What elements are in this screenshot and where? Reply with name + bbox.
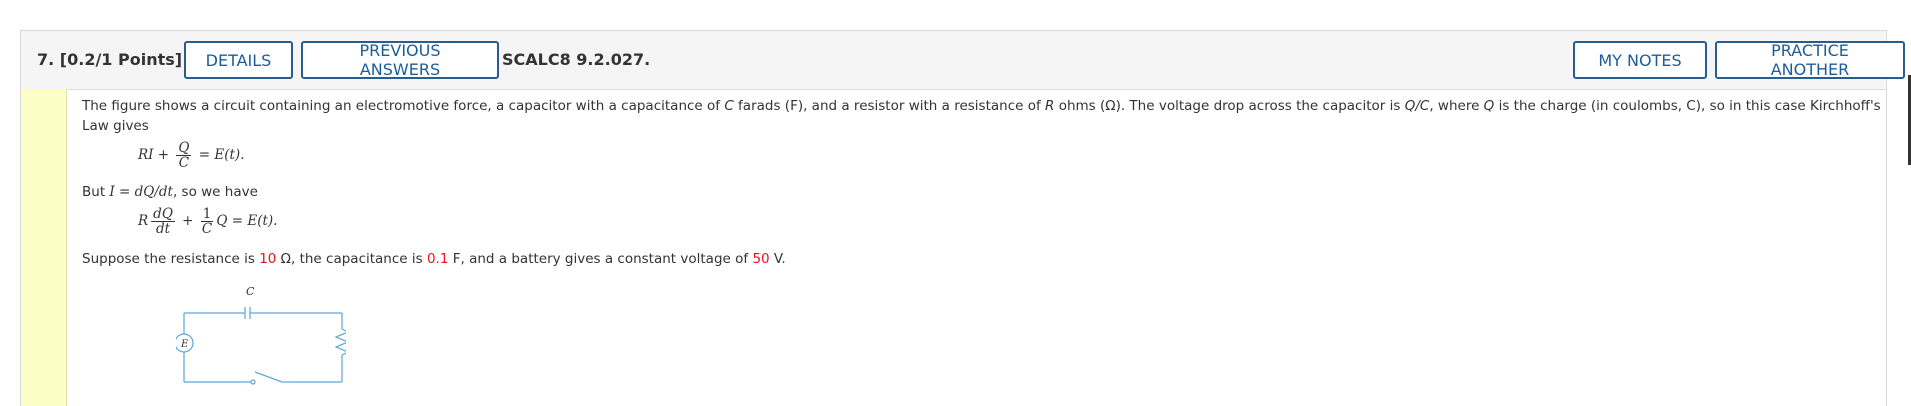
equation-kirchhoff: RI + QC = E(t). (138, 141, 244, 170)
problem-but: But I = dQ/dt, so we have (82, 182, 258, 202)
equation-differential: RdQ dt + 1CQ = E(t). (138, 207, 277, 236)
question-header: 7. [0.2/1 Points] DETAILS PREVIOUS ANSWE… (21, 31, 1905, 90)
eq2-numerator-1: dQ (151, 206, 175, 222)
problem-suppose: Suppose the resistance is 10 Ω, the capa… (82, 249, 786, 269)
suppose-text-d: V. (769, 251, 786, 267)
question-body: The figure shows a circuit containing an… (21, 89, 1886, 406)
eq1-fraction: QC (176, 140, 192, 171)
suppose-text-b: Ω, the capacitance is (276, 251, 427, 267)
eq1-right: = E(t). (194, 147, 245, 163)
voltage-value: 50 (752, 251, 770, 267)
eq2-denominator-2: C (201, 221, 213, 237)
eq2-denominator-1: dt (155, 221, 171, 237)
question-code: SCALC8 9.2.027. (502, 50, 651, 69)
eq1-left: RI + (138, 147, 174, 163)
intro-text-b: farads (F), and a resistor with a resist… (733, 98, 1046, 114)
intro-text-c: ohms (Ω). The voltage drop across the ca… (1054, 98, 1405, 114)
emf-label: E (180, 339, 189, 350)
suppose-text-c: F, and a battery gives a constant voltag… (448, 251, 753, 267)
eq1-denominator: C (178, 155, 190, 171)
eq2-right: Q = E(t). (216, 213, 278, 229)
but-text-a: But (82, 184, 110, 200)
question-number-value: 7. (37, 50, 55, 69)
circuit-diagram: C E R (176, 285, 346, 385)
intro-var-qc: Q/C (1404, 98, 1430, 114)
eq2-numerator-2: 1 (200, 206, 214, 222)
intro-text-d: , where (1429, 98, 1484, 114)
intro-var-q: Q (1483, 98, 1495, 114)
question-content: The figure shows a circuit containing an… (82, 89, 1881, 406)
eq2-fraction-1: dQ dt (151, 207, 175, 236)
suppose-text-a: Suppose the resistance is (82, 251, 260, 267)
intro-var-r: R (1045, 98, 1055, 114)
capacitance-value: 0.1 (426, 251, 449, 267)
eq1-numerator: Q (176, 140, 192, 156)
question-number: 7. [0.2/1 Points] (37, 50, 182, 69)
but-text-b: , so we have (172, 184, 258, 200)
capacitor-label: C (246, 285, 255, 298)
previous-answers-button[interactable]: PREVIOUS ANSWERS (301, 41, 499, 79)
intro-text-a: The figure shows a circuit containing an… (82, 98, 725, 114)
resistor-zigzag-icon (334, 328, 346, 356)
question-points: [0.2/1 Points] (59, 50, 183, 69)
eq2-fraction-2: 1C (200, 206, 214, 237)
my-notes-button[interactable]: MY NOTES (1573, 41, 1707, 79)
but-expression: I = dQ/dt (109, 184, 173, 200)
details-button[interactable]: DETAILS (184, 41, 293, 79)
problem-intro: The figure shows a circuit containing an… (82, 96, 1882, 136)
switch-contact-icon (250, 379, 256, 385)
eq2-r: R (138, 213, 149, 229)
intro-var-c: C (724, 98, 734, 114)
eq2-plus: + (177, 213, 198, 229)
question-panel: 7. [0.2/1 Points] DETAILS PREVIOUS ANSWE… (20, 30, 1905, 406)
switch-lever-icon (254, 371, 283, 383)
resistance-value: 10 (259, 251, 277, 267)
question-sidebar (21, 89, 67, 406)
practice-another-button[interactable]: PRACTICE ANOTHER (1715, 41, 1905, 79)
